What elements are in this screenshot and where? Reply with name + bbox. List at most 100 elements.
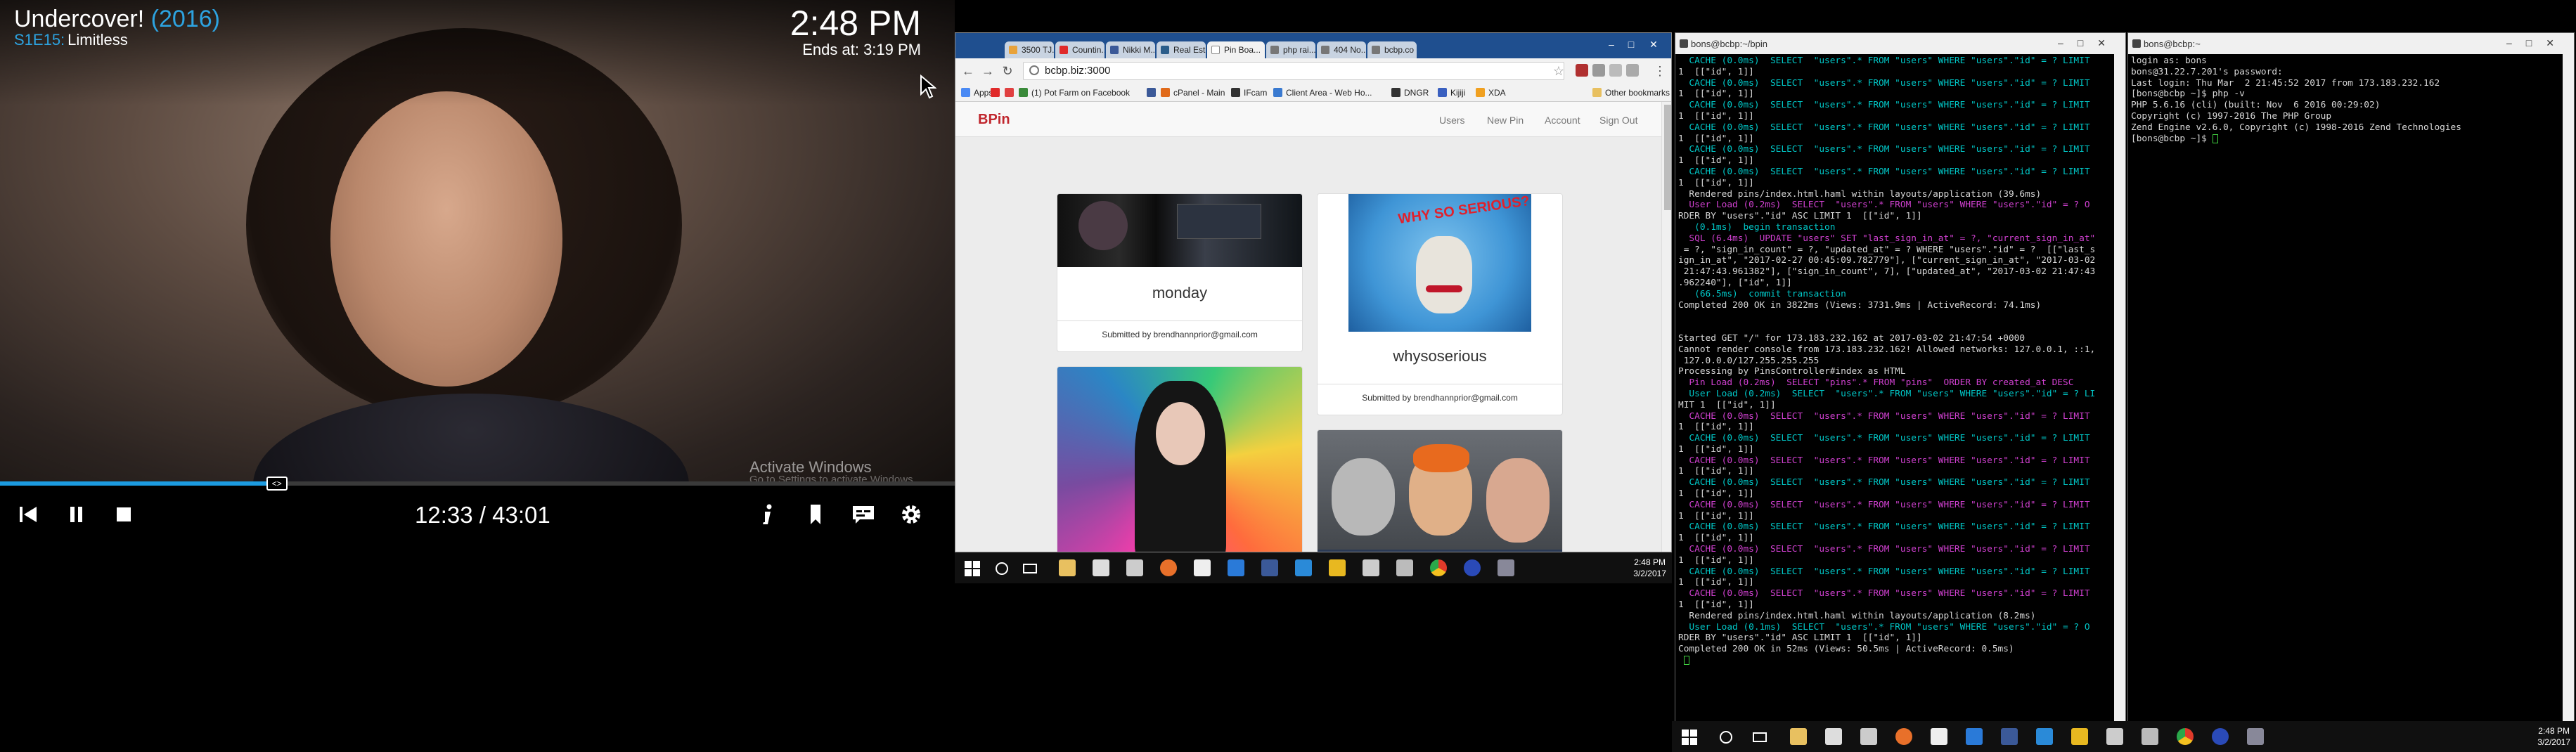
pin-card[interactable]: WHY SO SERIOUS? whysoserious Submitted b… <box>1317 193 1563 415</box>
app-icon[interactable] <box>2212 728 2229 745</box>
lock-icon[interactable] <box>2071 728 2088 745</box>
stop-button[interactable] <box>110 500 138 529</box>
shield-icon[interactable] <box>1363 559 1379 576</box>
skip-back-button[interactable] <box>14 500 42 529</box>
lock-icon[interactable] <box>1329 559 1346 576</box>
tab-4-active[interactable]: Pin Boa... <box>1207 41 1265 58</box>
firefox-icon[interactable] <box>1160 559 1177 576</box>
file-explorer-icon[interactable] <box>1059 559 1076 576</box>
bookmark-3[interactable]: (1) Pot Farm on Facebook <box>1019 88 1130 98</box>
app-icon[interactable] <box>1931 728 1947 745</box>
shield-icon[interactable] <box>2106 728 2123 745</box>
terminal-line: 1 [["id", 1]] <box>1678 510 1754 521</box>
back-button[interactable]: ← <box>961 64 975 78</box>
facebook-icon[interactable] <box>1261 559 1278 576</box>
extension-icon[interactable] <box>1609 64 1622 77</box>
pin-card[interactable]: monday Submitted by brendhannprior@gmail… <box>1057 193 1303 352</box>
firefox-icon[interactable] <box>1895 728 1912 745</box>
task-view-icon[interactable] <box>1752 730 1767 745</box>
taskbar-clock[interactable]: 2:48 PM 3/2/2017 <box>2537 725 2570 748</box>
scrollbar-thumb[interactable] <box>1664 105 1671 210</box>
tab-7[interactable]: bcbp.co <box>1367 41 1417 58</box>
terminal-line: Rendered pins/index.html.haml within lay… <box>1678 188 2042 200</box>
close-button[interactable]: ✕ <box>1644 39 1663 53</box>
bookmark-button[interactable] <box>801 500 830 529</box>
terminal-output[interactable]: CACHE (0.0ms) SELECT "users".* FROM "use… <box>1678 56 2113 725</box>
pin-card[interactable] <box>1057 366 1303 552</box>
window-buttons[interactable]: –□✕ <box>2058 37 2120 49</box>
calculator-icon[interactable] <box>1860 728 1877 745</box>
kodi-icon[interactable] <box>1228 559 1244 576</box>
extension-icon[interactable] <box>1576 64 1588 77</box>
bookmark-6[interactable]: IFcam <box>1231 88 1267 98</box>
chrome-icon[interactable] <box>1430 559 1447 576</box>
task-view-icon[interactable] <box>1022 561 1038 576</box>
nav-users[interactable]: Users <box>1439 115 1465 126</box>
bookmark-9[interactable]: Kijiji <box>1438 88 1465 98</box>
seek-bar[interactable]: <> <box>0 477 955 491</box>
terminal-scrollbar[interactable] <box>2114 54 2125 725</box>
putty-icon[interactable] <box>2247 728 2264 745</box>
nav-sign-out[interactable]: Sign Out <box>1599 115 1637 126</box>
bookmark-5[interactable]: cPanel - Main <box>1161 88 1225 98</box>
minimize-button[interactable]: – <box>1602 39 1621 53</box>
video-frame[interactable]: Undercover! (2016) S1E15: Limitless 2:48 … <box>0 0 955 481</box>
pin-card[interactable] <box>1317 429 1563 552</box>
tab-2[interactable]: Nikki M... <box>1106 41 1155 58</box>
info-button[interactable] <box>754 500 782 529</box>
other-bookmarks[interactable]: Other bookmarks <box>1592 88 1670 98</box>
app-icon[interactable] <box>2036 728 2053 745</box>
taskbar-clock[interactable]: 2:48 PM 3/2/2017 <box>1633 557 1666 579</box>
bookmark-apps[interactable]: Apps <box>961 88 993 98</box>
extension-icon[interactable] <box>1626 64 1639 77</box>
page-scrollbar[interactable] <box>1661 102 1671 552</box>
app-brand[interactable]: BPin <box>978 112 1010 128</box>
windows-start-icon[interactable] <box>965 561 980 576</box>
store-icon[interactable] <box>1825 728 1842 745</box>
windows-start-icon[interactable] <box>1682 730 1697 745</box>
subtitles-button[interactable] <box>849 500 877 529</box>
bookmark-8[interactable]: DNGR <box>1391 88 1429 98</box>
file-explorer-icon[interactable] <box>1790 728 1807 745</box>
calculator-icon[interactable] <box>1126 559 1143 576</box>
app-icon[interactable] <box>1464 559 1481 576</box>
putty-icon[interactable] <box>1498 559 1514 576</box>
forward-button[interactable]: → <box>981 64 995 78</box>
terminal-line: CACHE (0.0ms) SELECT "users".* FROM "use… <box>1678 122 2090 133</box>
pin-title: monday <box>1152 284 1208 302</box>
nav-account[interactable]: Account <box>1545 115 1580 126</box>
bookmark-10[interactable]: XDA <box>1476 88 1506 98</box>
store-icon[interactable] <box>1093 559 1109 576</box>
window-buttons[interactable]: –□✕ <box>2506 37 2568 49</box>
bookmark-7[interactable]: Client Area - Web Ho... <box>1273 88 1372 98</box>
facebook-icon[interactable] <box>2001 728 2018 745</box>
terminal-output[interactable]: login as: bons bons@31.22.7.201's passwor… <box>2131 56 2561 725</box>
tab-0[interactable]: 3500 TJ... <box>1005 41 1054 58</box>
terminal-line: CACHE (0.0ms) SELECT "users".* FROM "use… <box>1678 410 2090 422</box>
tab-6[interactable]: 404 No... <box>1317 41 1366 58</box>
terminal-window-left[interactable]: bons@bcbp:~/bpin –□✕ CACHE (0.0ms) SELECT… <box>1675 32 2126 725</box>
kodi-icon[interactable] <box>1966 728 1983 745</box>
nav-new-pin[interactable]: New Pin <box>1487 115 1524 126</box>
terminal-scrollbar[interactable] <box>2563 54 2574 725</box>
chrome-icon[interactable] <box>2177 728 2194 745</box>
reload-button[interactable]: ↻ <box>1000 64 1015 78</box>
tab-1[interactable]: Countin... <box>1055 41 1105 58</box>
tab-3[interactable]: Real Est... <box>1157 41 1206 58</box>
app-icon[interactable] <box>2142 728 2158 745</box>
star-icon[interactable]: ☆ <box>1552 64 1566 78</box>
pause-button[interactable] <box>62 500 90 529</box>
settings-button[interactable] <box>897 500 925 529</box>
tab-5[interactable]: php rai... <box>1266 41 1315 58</box>
address-bar[interactable]: bcbp.biz:3000 <box>1023 62 1564 80</box>
terminal-window-right[interactable]: bons@bcbp:~ –□✕ login as: bons bons@31.22.… <box>2127 32 2575 725</box>
cortana-icon[interactable] <box>1718 730 1734 745</box>
app-icon[interactable] <box>1194 559 1211 576</box>
app-icon[interactable] <box>1396 559 1413 576</box>
cortana-icon[interactable] <box>994 561 1010 576</box>
menu-icon[interactable]: ⋮ <box>1653 64 1667 78</box>
extension-icon[interactable] <box>1592 64 1605 77</box>
app-icon[interactable] <box>1295 559 1312 576</box>
maximize-button[interactable]: □ <box>1622 39 1640 53</box>
pin-image-detail: WHY SO SERIOUS? <box>1397 193 1531 228</box>
